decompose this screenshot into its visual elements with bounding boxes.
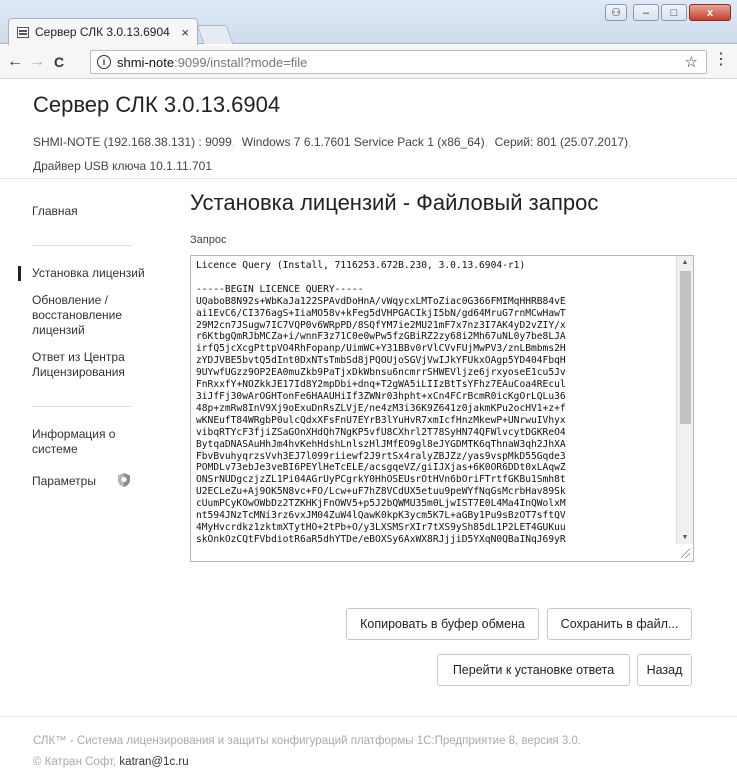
page-title: Установка лицензий - Файловый запрос	[190, 190, 599, 215]
host-info: SHMI-NOTE (192.168.38.131) : 9099	[33, 135, 232, 149]
scroll-up-icon[interactable]: ▲	[677, 256, 693, 270]
os-info: Windows 7 6.1.7601 Service Pack 1 (x86_6…	[241, 135, 485, 149]
maximize-button[interactable]: □	[661, 4, 687, 21]
sidebar-item-update-licenses[interactable]: Обновление / восстановление лицензий	[18, 293, 158, 338]
back-button[interactable]: Назад	[637, 654, 692, 686]
header-divider	[0, 178, 737, 179]
scroll-thumb[interactable]	[680, 271, 691, 424]
sidebar-item-system-info[interactable]: Информация о системе	[18, 427, 158, 457]
info-separator: ,	[231, 135, 236, 149]
sidebar-item-label: Параметры	[32, 474, 96, 489]
footer-copyright-line: СЛК™ - Система лицензирования и защиты к…	[33, 735, 581, 747]
license-request-textarea[interactable]: Licence Query (Install, 7116253.672B.230…	[190, 255, 694, 562]
tab-title: Сервер СЛК 3.0.13.6904	[35, 25, 170, 39]
resize-grip-icon[interactable]	[676, 544, 693, 561]
page-favicon-icon	[17, 26, 29, 38]
proceed-to-response-button[interactable]: Перейти к установке ответа	[437, 654, 630, 686]
browser-titlebar: Сервер СЛК 3.0.13.6904 × ⚇ – □ x	[0, 0, 737, 45]
textarea-scrollbar[interactable]: ▲ ▼	[676, 256, 693, 545]
server-info: SHMI-NOTE (192.168.38.131) : 9099, Windo…	[33, 130, 723, 178]
user-profile-icon[interactable]: ⚇	[605, 4, 627, 21]
footer-email-link[interactable]: katran@1c.ru	[119, 756, 188, 768]
browser-toolbar: ← → C i shmi-note:9099/install?mode=file…	[0, 45, 737, 79]
sidebar-item-settings[interactable]: Параметры	[18, 472, 158, 492]
address-bar[interactable]: i shmi-note:9099/install?mode=file ☆	[90, 50, 707, 74]
copy-to-clipboard-button[interactable]: Копировать в буфер обмена	[346, 608, 539, 640]
info-separator: ,	[484, 135, 488, 149]
footer-company: © Катран Софт,	[33, 756, 117, 768]
browser-tab[interactable]: Сервер СЛК 3.0.13.6904 ×	[8, 18, 198, 45]
info-separator: ,	[628, 135, 632, 149]
window-controls: ⚇ – □ x	[605, 4, 731, 21]
sidebar-item-home[interactable]: Главная	[18, 204, 158, 219]
scroll-down-icon[interactable]: ▼	[677, 531, 693, 545]
sidebar-item-install-licenses[interactable]: Установка лицензий	[18, 266, 158, 281]
request-label: Запрос	[190, 234, 227, 246]
sidebar: Главная Установка лицензий Обновление / …	[18, 196, 158, 492]
bookmark-star-icon[interactable]: ☆	[685, 53, 698, 71]
sidebar-item-center-response[interactable]: Ответ из Центра Лицензирования	[18, 350, 158, 380]
url-host: shmi-note	[117, 54, 175, 70]
sidebar-divider	[32, 406, 132, 407]
app-title: Сервер СЛК 3.0.13.6904	[33, 92, 281, 117]
new-tab-button[interactable]	[196, 25, 234, 44]
serial-info: Серий: 801 (25.07.2017)	[494, 135, 629, 149]
page-header: Сервер СЛК 3.0.13.6904 SHMI-NOTE (192.16…	[33, 92, 723, 178]
license-request-text: Licence Query (Install, 7116253.672B.230…	[196, 260, 566, 545]
sidebar-divider	[32, 245, 132, 246]
shield-icon	[117, 472, 131, 492]
save-to-file-button[interactable]: Сохранить в файл...	[547, 608, 692, 640]
minimize-button[interactable]: –	[633, 4, 659, 21]
tab-close-icon[interactable]: ×	[181, 25, 189, 40]
site-info-icon[interactable]: i	[97, 55, 111, 69]
forward-arrow-icon[interactable]: →	[26, 53, 48, 71]
browser-menu-icon[interactable]: ⋮	[713, 52, 729, 68]
main-content: Установка лицензий - Файловый запрос Зап…	[190, 190, 700, 562]
reload-icon[interactable]: C	[48, 54, 70, 70]
back-arrow-icon[interactable]: ←	[4, 53, 26, 71]
footer-divider	[0, 716, 737, 717]
driver-info: Драйвер USB ключа 10.1.11.701	[33, 159, 212, 173]
footer: СЛК™ - Система лицензирования и защиты к…	[33, 731, 581, 773]
url-path: :9099/install?mode=file	[174, 54, 308, 70]
close-window-button[interactable]: x	[689, 4, 731, 21]
